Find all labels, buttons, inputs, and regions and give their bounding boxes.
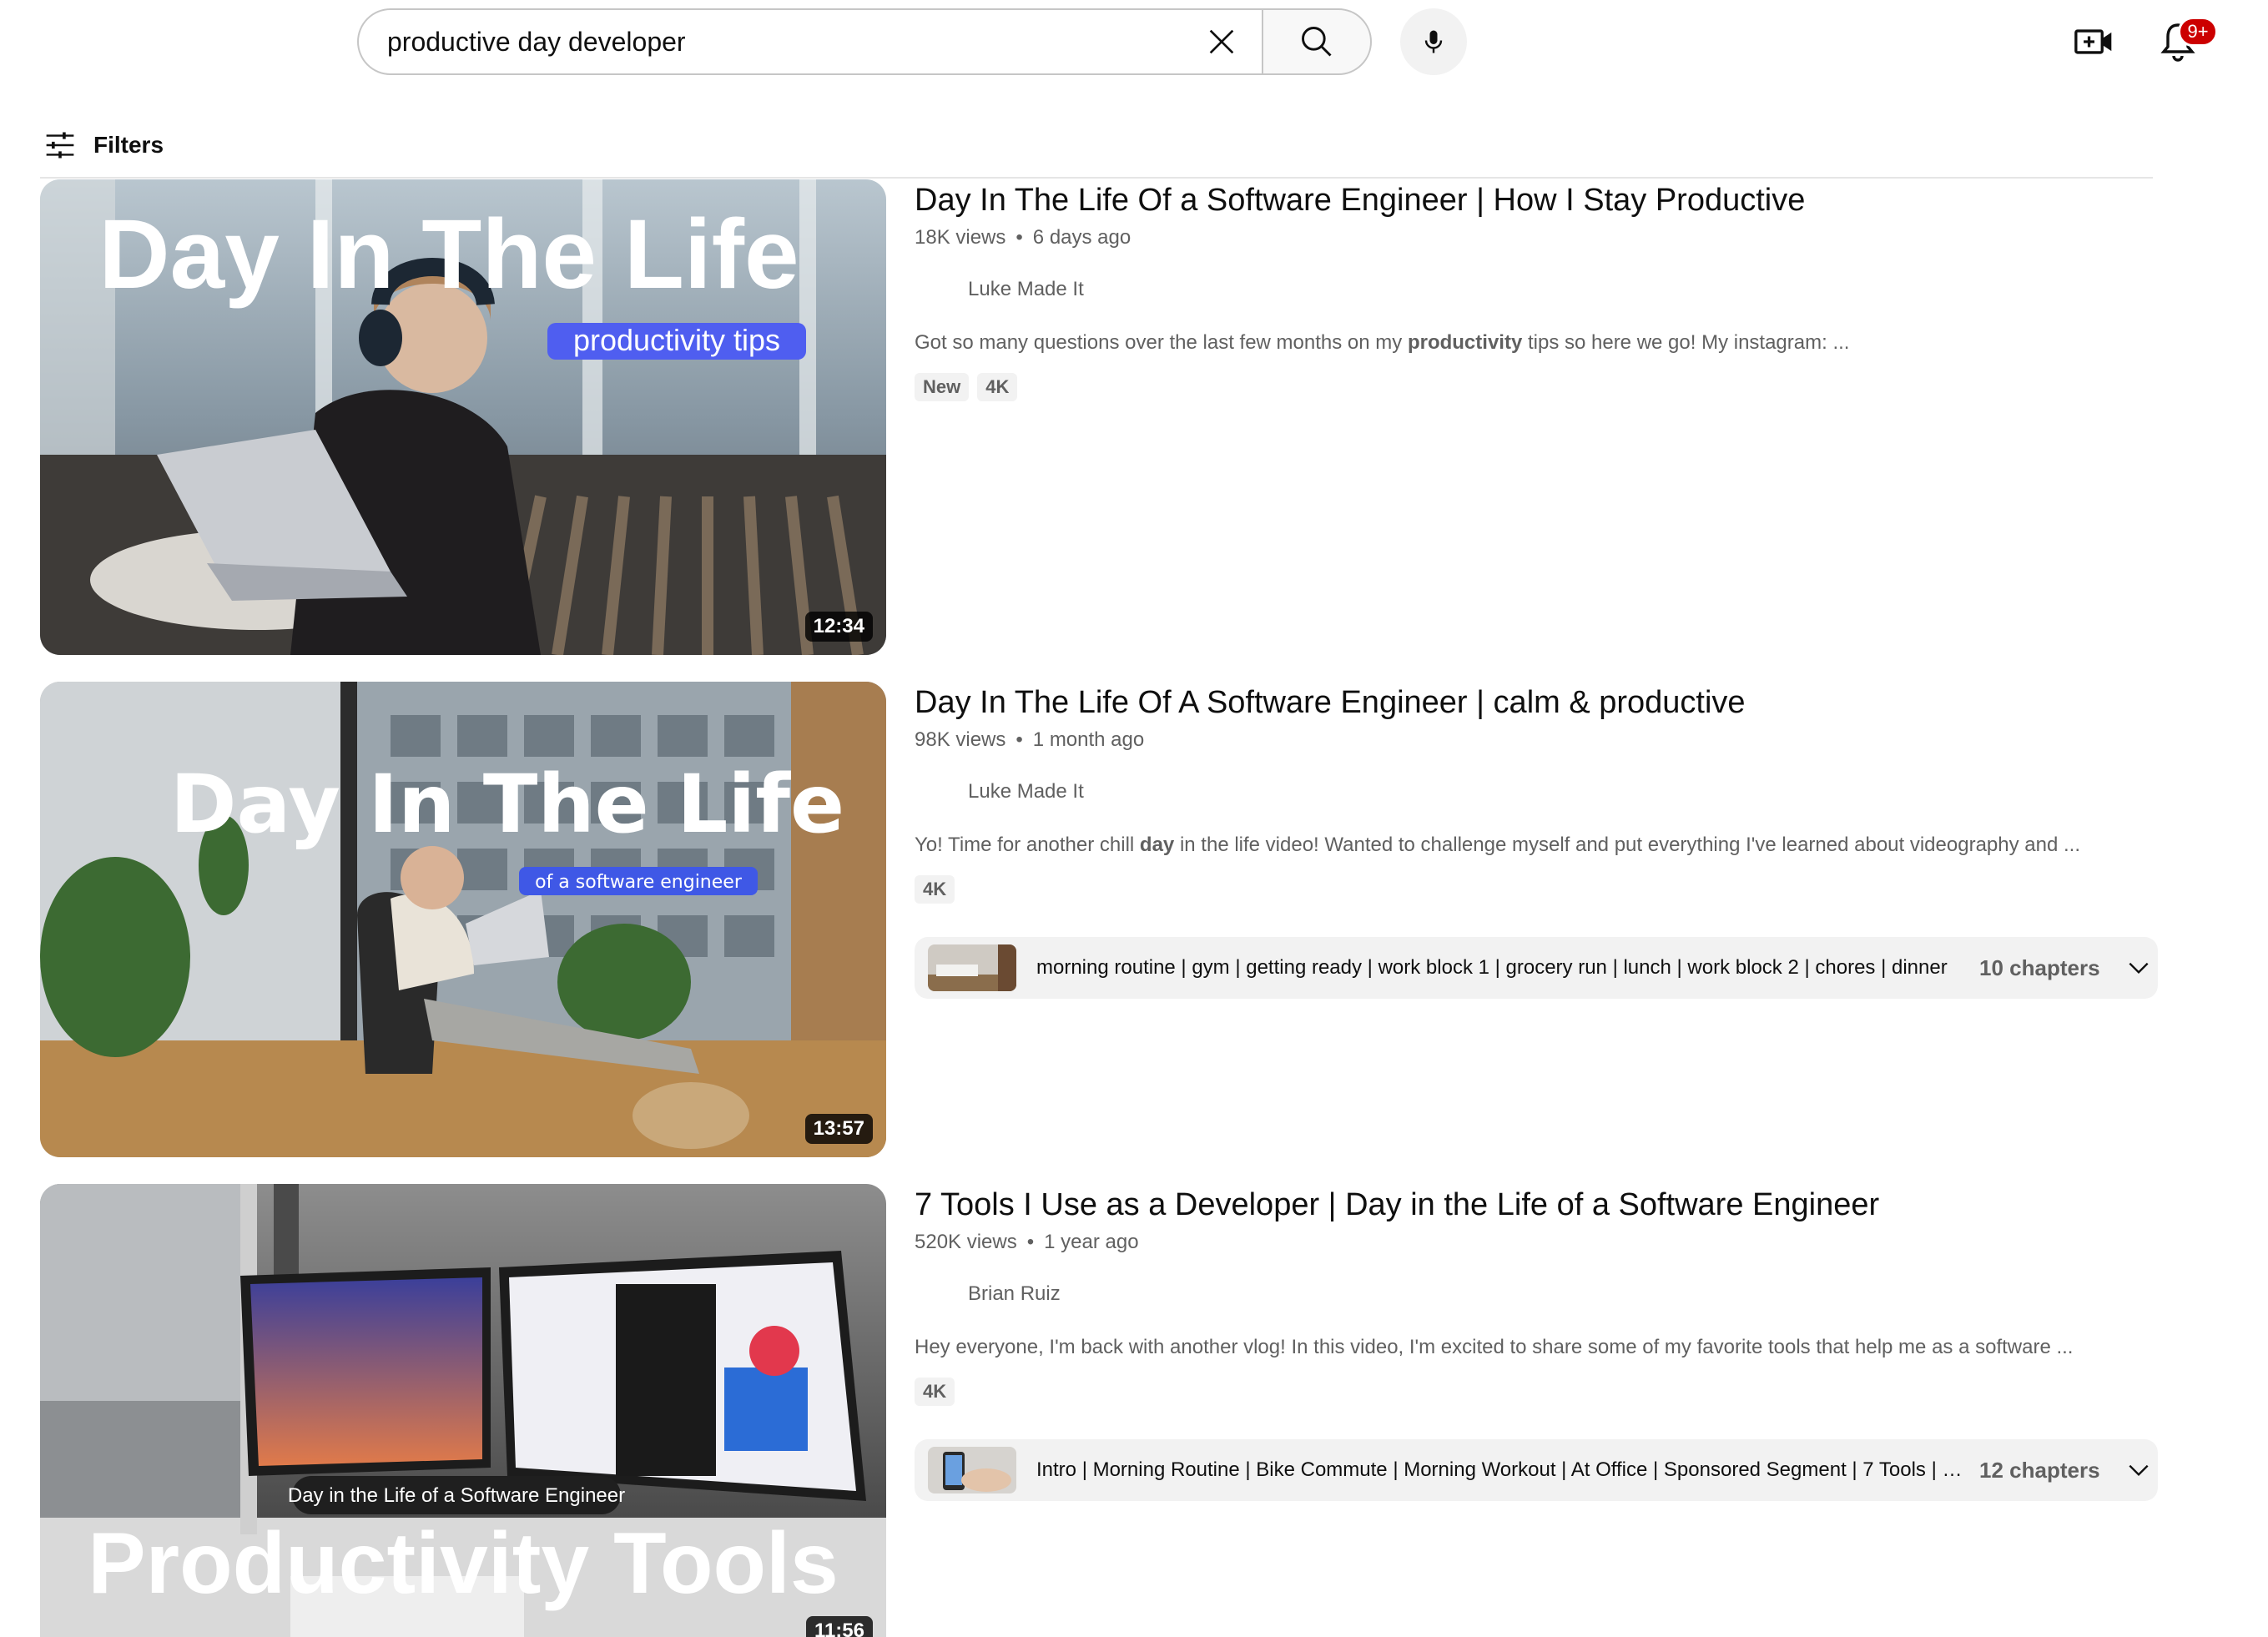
video-result[interactable]: Day In The Life of a software engineer 1… bbox=[40, 682, 2158, 1157]
chapter-list: Intro | Morning Routine | Bike Commute |… bbox=[1036, 1458, 1963, 1481]
mic-icon bbox=[1424, 30, 1443, 53]
new-badge: New bbox=[915, 373, 970, 401]
create-video-icon bbox=[2074, 29, 2112, 54]
view-count: 520K views bbox=[915, 1231, 1017, 1253]
chevron-down-icon bbox=[2129, 1464, 2149, 1477]
search-input[interactable]: productive day developer bbox=[387, 27, 1188, 58]
meta-separator: • bbox=[1016, 226, 1023, 249]
filters-divider bbox=[40, 177, 2153, 179]
video-description: Hey everyone, I'm back with another vlog… bbox=[915, 1336, 2153, 1359]
search-button[interactable] bbox=[1262, 8, 1372, 75]
video-description: Yo! Time for another chill day in the li… bbox=[915, 834, 2153, 857]
channel-avatar[interactable] bbox=[915, 269, 955, 310]
description-highlight: productivity bbox=[1407, 331, 1523, 354]
chapter-thumbnail[interactable] bbox=[928, 1447, 1016, 1493]
view-count: 18K views bbox=[915, 226, 1006, 249]
chapter-count: 12 chapters bbox=[1979, 1457, 2100, 1483]
video-result[interactable]: Day In The Life productivity tips 12:34 … bbox=[40, 179, 2153, 655]
description-text: in the life video! Wanted to challenge m… bbox=[1174, 834, 2080, 856]
description-text: Yo! Time for another chill bbox=[915, 834, 1140, 856]
4k-badge: 4K bbox=[977, 373, 1018, 401]
filters-button[interactable]: Filters bbox=[43, 128, 164, 162]
view-count: 98K views bbox=[915, 728, 1006, 751]
description-text: tips so here we go! My instagram: ... bbox=[1522, 331, 1850, 354]
description-highlight: day bbox=[1139, 834, 1175, 856]
video-duration: 12:34 bbox=[804, 612, 873, 642]
search-icon bbox=[1302, 27, 1332, 57]
chapter-count: 10 chapters bbox=[1979, 954, 2100, 980]
clear-search-button[interactable] bbox=[1188, 10, 1255, 73]
channel-name[interactable]: Luke Made It bbox=[968, 278, 1084, 301]
video-duration: 13:57 bbox=[804, 1114, 873, 1144]
upload-age: 1 month ago bbox=[1032, 728, 1145, 751]
description-text: Got so many questions over the last few … bbox=[915, 331, 1408, 354]
upload-age: 6 days ago bbox=[1032, 226, 1131, 249]
video-thumbnail[interactable]: Day in the Life of a Software Engineer P… bbox=[40, 1184, 886, 1637]
channel-link[interactable]: Luke Made It bbox=[915, 273, 2153, 306]
thumbnail-subtitle: Day in the Life of a Software Engineer bbox=[288, 1484, 625, 1507]
channel-avatar[interactable] bbox=[915, 772, 955, 812]
notification-count-badge: 9+ bbox=[2178, 17, 2218, 47]
channel-name[interactable]: Luke Made It bbox=[968, 780, 1084, 803]
chapter-list: morning routine | gym | getting ready | … bbox=[1036, 956, 1948, 979]
video-thumbnail[interactable]: Day In The Life of a software engineer 1… bbox=[40, 682, 886, 1157]
video-title[interactable]: 7 Tools I Use as a Developer | Day in th… bbox=[915, 1184, 2153, 1226]
filters-label: Filters bbox=[93, 132, 164, 158]
filters-icon bbox=[46, 132, 74, 159]
channel-link[interactable]: Brian Ruiz bbox=[915, 1277, 2153, 1311]
chapter-thumbnail[interactable] bbox=[928, 944, 1016, 991]
voice-search-button[interactable] bbox=[1400, 8, 1467, 75]
channel-avatar[interactable] bbox=[915, 1274, 955, 1314]
4k-badge: 4K bbox=[915, 1378, 955, 1406]
expand-chapters-button[interactable] bbox=[2122, 951, 2155, 985]
channel-link[interactable]: Luke Made It bbox=[915, 775, 2153, 808]
thumbnail-title: Day In The Life bbox=[98, 199, 799, 310]
video-duration: 11:56 bbox=[805, 1616, 873, 1637]
chapters-panel[interactable]: morning routine | gym | getting ready | … bbox=[915, 937, 2158, 999]
video-result[interactable]: Day in the Life of a Software Engineer P… bbox=[40, 1184, 2158, 1637]
meta-separator: • bbox=[1016, 728, 1023, 751]
video-description: Got so many questions over the last few … bbox=[915, 331, 2153, 355]
video-title[interactable]: Day In The Life Of a Software Engineer |… bbox=[915, 179, 2153, 221]
thumbnail-subtitle: of a software engineer bbox=[535, 872, 743, 893]
thumbnail-title: Productivity Tools bbox=[88, 1515, 839, 1612]
thumbnail-image: Day in the Life of a Software Engineer P… bbox=[40, 1184, 886, 1637]
4k-badge: 4K bbox=[915, 875, 955, 904]
create-button[interactable] bbox=[2069, 18, 2119, 65]
chevron-down-icon bbox=[2129, 962, 2149, 975]
chapter-thumbnail-image bbox=[928, 1447, 1016, 1493]
thumbnail-image: Day In The Life productivity tips bbox=[40, 179, 886, 655]
meta-separator: • bbox=[1026, 1231, 1035, 1253]
channel-name[interactable]: Brian Ruiz bbox=[968, 1282, 1061, 1306]
video-thumbnail[interactable]: Day In The Life productivity tips 12:34 bbox=[40, 179, 886, 655]
search-box[interactable]: productive day developer bbox=[357, 8, 1262, 75]
chapters-panel[interactable]: Intro | Morning Routine | Bike Commute |… bbox=[915, 1439, 2158, 1501]
close-icon bbox=[1209, 29, 1234, 54]
description-text: Hey everyone, I'm back with another vlog… bbox=[915, 1336, 2074, 1358]
video-title[interactable]: Day In The Life Of A Software Engineer |… bbox=[915, 682, 2153, 723]
expand-chapters-button[interactable] bbox=[2122, 1453, 2155, 1487]
thumbnail-title: Day In The Life bbox=[170, 758, 844, 851]
chapter-thumbnail-image bbox=[928, 944, 1016, 991]
upload-age: 1 year ago bbox=[1044, 1231, 1139, 1253]
thumbnail-subtitle: productivity tips bbox=[573, 323, 780, 357]
thumbnail-image: Day In The Life of a software engineer bbox=[40, 682, 886, 1157]
